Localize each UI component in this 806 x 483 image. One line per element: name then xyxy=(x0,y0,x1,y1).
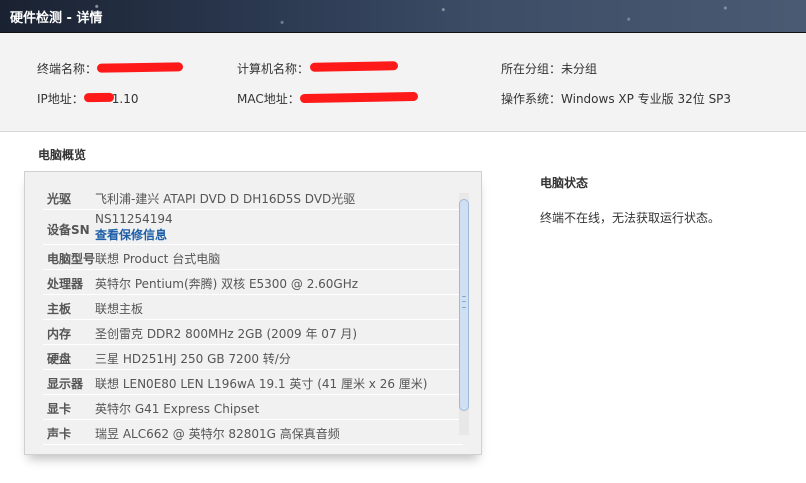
table-row: 硬盘 三星 HD251HJ 250 GB 7200 转/分 xyxy=(43,345,463,370)
row-value: 英特尔 G41 Express Chipset xyxy=(95,402,260,416)
row-key: 显示器 xyxy=(47,377,84,391)
row-key: 内存 xyxy=(47,327,72,341)
row-key: 设备SN xyxy=(47,223,90,237)
row-value: 英特尔 Pentium(奔腾) 双核 E5300 @ 2.60GHz xyxy=(95,277,359,291)
table-row: 光驱 飞利浦-建兴 ATAPI DVD D DH16D5S DVD光驱 xyxy=(43,185,463,210)
row-value: 圣创雷克 DDR2 800MHz 2GB (2009 年 07 月) xyxy=(95,327,358,341)
mac-label: MAC地址： xyxy=(237,92,300,106)
row-value: NS11254194 查看保修信息 xyxy=(95,211,173,243)
row-key: 显卡 xyxy=(47,402,72,416)
table-row: 处理器 英特尔 Pentium(奔腾) 双核 E5300 @ 2.60GHz xyxy=(43,270,463,295)
os-label: 操作系统： xyxy=(501,92,562,106)
row-key: 电脑型号 xyxy=(47,252,96,266)
ip-label: IP地址： xyxy=(37,92,84,106)
table-row: 声卡 瑞昱 ALC662 @ 英特尔 82801G 高保真音频 xyxy=(43,420,463,445)
redaction-mark xyxy=(299,91,419,104)
row-value: 飞利浦-建兴 ATAPI DVD D DH16D5S DVD光驱 xyxy=(95,192,356,206)
computer-name-label: 计算机名称： xyxy=(237,62,310,76)
overview-card: 光驱 飞利浦-建兴 ATAPI DVD D DH16D5S DVD光驱 设备SN… xyxy=(24,171,482,455)
row-key: 声卡 xyxy=(47,427,72,441)
window-titlebar: 硬件检测 - 详情 xyxy=(0,0,806,33)
mac-field: MAC地址： xyxy=(237,90,300,107)
table-row: 主板 联想主板 xyxy=(43,295,463,320)
redaction-mark xyxy=(309,61,399,72)
terminal-info-panel: 终端名称： 计算机名称： 所在分组：未分组 IP地址： 1.10 MAC地址： 操… xyxy=(0,33,806,132)
row-key: 主板 xyxy=(47,302,72,316)
row-value: 联想 LEN0E80 LEN L196wA 19.1 英寸 (41 厘米 x 2… xyxy=(95,377,428,391)
table-row: 显示器 联想 LEN0E80 LEN L196wA 19.1 英寸 (41 厘米… xyxy=(43,370,463,395)
row-value: 三星 HD251HJ 250 GB 7200 转/分 xyxy=(95,352,291,366)
redaction-mark xyxy=(83,92,115,103)
terminal-name-field: 终端名称： xyxy=(37,60,97,77)
warranty-info-link[interactable]: 查看保修信息 xyxy=(95,227,173,243)
os-field: 操作系统：Windows XP 专业版 32位 SP3 xyxy=(501,90,731,107)
row-value: 瑞昱 ALC662 @ 英特尔 82801G 高保真音频 xyxy=(95,427,340,441)
row-value: 联想主板 xyxy=(95,302,144,316)
status-title: 电脑状态 xyxy=(540,176,589,190)
table-row: 显卡 英特尔 G41 Express Chipset xyxy=(43,395,463,420)
row-key: 处理器 xyxy=(47,277,84,291)
row-value: 联想 Product 台式电脑 xyxy=(95,252,221,266)
redaction-mark xyxy=(96,62,184,73)
group-field: 所在分组：未分组 xyxy=(501,60,597,77)
row-key: 硬盘 xyxy=(47,352,72,366)
status-message: 终端不在线，无法获取运行状态。 xyxy=(540,211,721,225)
os-value: Windows XP 专业版 32位 SP3 xyxy=(561,92,732,106)
terminal-name-label: 终端名称： xyxy=(37,62,98,76)
grip-icon xyxy=(462,296,466,308)
overview-title: 电脑概览 xyxy=(38,148,87,162)
table-row: 电脑型号 联想 Product 台式电脑 xyxy=(43,245,463,270)
overview-table: 光驱 飞利浦-建兴 ATAPI DVD D DH16D5S DVD光驱 设备SN… xyxy=(43,185,463,445)
table-row: 设备SN NS11254194 查看保修信息 xyxy=(43,210,463,245)
group-value: 未分组 xyxy=(561,62,598,76)
group-label: 所在分组： xyxy=(501,62,562,76)
computer-name-field: 计算机名称： xyxy=(237,60,309,77)
row-key: 光驱 xyxy=(47,192,72,206)
table-row: 内存 圣创雷克 DDR2 800MHz 2GB (2009 年 07 月) xyxy=(43,320,463,345)
ip-value: 1.10 xyxy=(111,92,139,106)
titlebar-background xyxy=(0,0,806,32)
window-title: 硬件检测 - 详情 xyxy=(10,11,103,26)
device-sn-value: NS11254194 xyxy=(95,212,173,226)
